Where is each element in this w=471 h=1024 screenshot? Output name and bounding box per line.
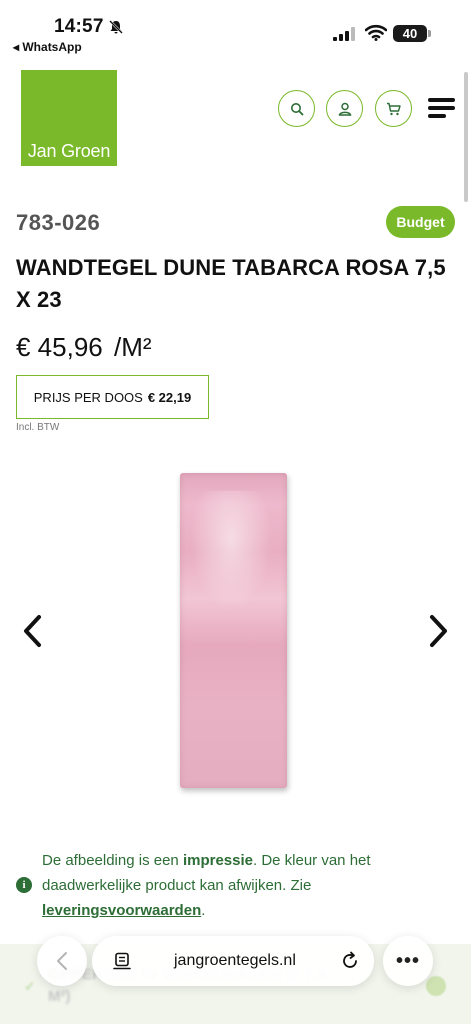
delivery-terms-link[interactable]: leveringsvoorwaarden — [42, 902, 201, 919]
product-title: WANDTEGEL DUNE TABARCA ROSA 7,5 X 23 — [16, 255, 446, 312]
browser-back-button[interactable] — [37, 936, 87, 986]
product-image[interactable] — [180, 473, 287, 788]
status-bar: 14:57 ◂ WhatsApp 40 — [0, 0, 471, 58]
disclaimer-text-3: . — [201, 902, 206, 919]
image-disclaimer: De afbeelding is een impressie. De kleur… — [42, 848, 442, 923]
box-price-label: PRIJS PER DOOS — [33, 389, 143, 405]
bell-muted-icon — [109, 20, 123, 34]
user-icon — [338, 102, 351, 116]
price-unit: /M² — [113, 332, 152, 362]
url-text: jangroentegels.nl — [174, 952, 296, 969]
reader-mode-icon[interactable] — [113, 952, 131, 970]
signal-icon — [333, 27, 355, 41]
status-time: 14:57 — [54, 16, 104, 37]
tile-gloss — [190, 491, 272, 611]
search-icon — [290, 102, 303, 115]
reload-icon[interactable] — [340, 951, 360, 971]
search-button[interactable] — [278, 90, 315, 127]
budget-badge: Budget — [386, 206, 455, 238]
info-icon: i — [16, 877, 32, 893]
battery-indicator: 40 — [393, 25, 427, 42]
battery-tip — [428, 30, 431, 37]
box-price-value: € 22,19 — [147, 389, 192, 405]
disclaimer-text-1: De afbeelding is een — [42, 852, 183, 869]
next-image-arrow-icon[interactable] — [427, 612, 451, 650]
price-value: € 45,96 — [16, 332, 103, 362]
disclaimer-bold: impressie — [182, 852, 253, 869]
address-bar[interactable]: jangroentegels.nl — [92, 936, 374, 986]
menu-icon[interactable] — [428, 96, 455, 120]
page-scrollbar[interactable] — [464, 72, 468, 202]
account-button[interactable] — [326, 90, 363, 127]
more-options-icon: ••• — [395, 949, 420, 972]
sticky-status-dot — [426, 976, 446, 996]
jan-groen-logo[interactable]: Jan Groen — [21, 70, 117, 166]
check-icon: ✓ — [24, 978, 36, 994]
sticky-bar-subtext: M²) — [48, 988, 71, 1005]
back-to-app-link[interactable]: ◂ WhatsApp — [13, 40, 82, 54]
box-price-box: PRIJS PER DOOS € 22,19 — [16, 375, 209, 419]
product-sku: 783-026 — [16, 210, 101, 235]
more-options-button[interactable]: ••• — [383, 936, 433, 986]
cart-button[interactable] — [375, 90, 412, 127]
logo-text: Jan Groen — [27, 141, 111, 161]
product-price: € 45,96 /M² — [16, 332, 152, 363]
vat-note: Incl. BTW — [16, 422, 60, 433]
previous-image-arrow-icon[interactable] — [20, 612, 44, 650]
wifi-icon — [365, 24, 387, 41]
chevron-left-icon — [57, 952, 67, 970]
cart-icon — [387, 102, 401, 115]
